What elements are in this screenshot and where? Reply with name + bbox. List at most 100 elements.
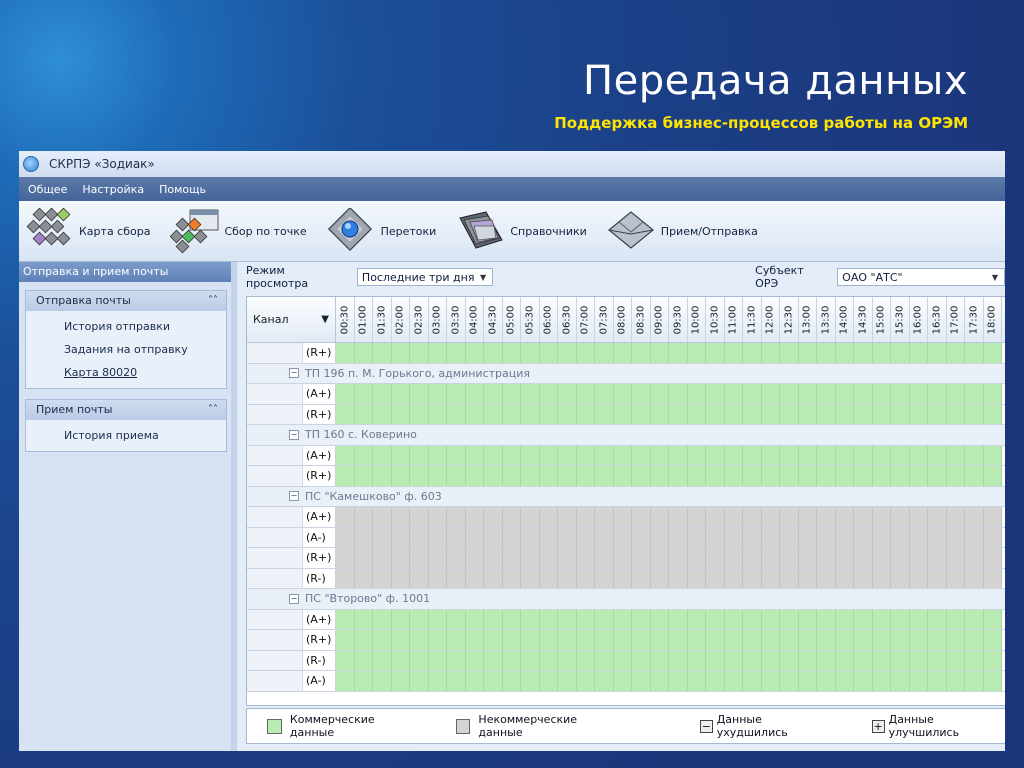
data-cell[interactable] [872, 384, 891, 404]
data-cell[interactable] [891, 466, 910, 486]
data-cell[interactable] [502, 404, 521, 424]
data-cell[interactable] [613, 650, 632, 670]
data-cell[interactable] [539, 384, 558, 404]
data-cell[interactable] [410, 650, 429, 670]
data-cell[interactable] [521, 384, 540, 404]
data-cell[interactable] [539, 650, 558, 670]
data-cell[interactable] [484, 507, 503, 527]
data-cell[interactable] [502, 507, 521, 527]
time-column-header[interactable]: 07:00 [577, 297, 595, 342]
data-cell[interactable] [521, 609, 540, 629]
data-cell[interactable] [687, 548, 706, 568]
data-cell[interactable] [909, 445, 928, 465]
data-cell[interactable] [336, 404, 355, 424]
data-cell[interactable] [669, 568, 688, 588]
data-cell[interactable] [595, 404, 614, 424]
data-cell[interactable] [761, 568, 780, 588]
data-cell[interactable] [558, 384, 577, 404]
data-cell[interactable] [632, 650, 651, 670]
data-cell[interactable] [465, 507, 484, 527]
time-column-header[interactable]: 02:30 [410, 297, 429, 342]
data-cell[interactable] [780, 527, 799, 547]
group-row[interactable]: − ТП 160 с. Коверино [247, 425, 1005, 446]
data-cell[interactable] [595, 527, 614, 547]
data-cell[interactable] [946, 527, 965, 547]
data-cell[interactable] [410, 343, 429, 363]
data-cell[interactable] [669, 630, 688, 650]
data-cell[interactable] [798, 650, 817, 670]
data-cell[interactable] [428, 630, 447, 650]
data-cell[interactable] [706, 630, 725, 650]
data-cell[interactable] [724, 671, 743, 691]
data-cell[interactable] [909, 650, 928, 670]
sidebar-item-map-80020[interactable]: Карта 80020 [26, 361, 226, 384]
data-cell[interactable] [743, 609, 762, 629]
time-column-header[interactable]: 10:30 [706, 297, 725, 342]
time-column-header[interactable]: 14:00 [836, 297, 854, 342]
time-column-header[interactable]: 18:00 [984, 297, 1002, 342]
data-cell[interactable] [447, 507, 466, 527]
data-cell[interactable] [983, 609, 1002, 629]
data-cell[interactable] [521, 445, 540, 465]
time-column-header[interactable]: 17:00 [947, 297, 965, 342]
data-cell[interactable] [835, 343, 854, 363]
data-cell[interactable] [336, 445, 355, 465]
data-cell[interactable] [595, 343, 614, 363]
data-cell[interactable] [595, 445, 614, 465]
time-column-header[interactable]: 09:30 [669, 297, 688, 342]
data-cell[interactable] [502, 445, 521, 465]
data-cell[interactable] [595, 548, 614, 568]
data-cell[interactable] [835, 671, 854, 691]
data-cell[interactable] [391, 630, 410, 650]
data-cell[interactable] [354, 466, 373, 486]
time-column-header[interactable]: 11:00 [725, 297, 743, 342]
data-cell[interactable] [613, 466, 632, 486]
data-cell[interactable] [965, 548, 984, 568]
data-cell[interactable] [521, 650, 540, 670]
data-cell[interactable] [521, 568, 540, 588]
data-cell[interactable] [484, 548, 503, 568]
time-column-header[interactable]: 06:30 [558, 297, 577, 342]
data-cell[interactable] [946, 343, 965, 363]
data-cell[interactable] [687, 650, 706, 670]
time-column-header[interactable]: 13:00 [799, 297, 817, 342]
data-cell[interactable] [354, 384, 373, 404]
data-cell[interactable] [872, 650, 891, 670]
data-cell[interactable] [484, 650, 503, 670]
data-cell[interactable] [336, 609, 355, 629]
data-cell[interactable] [909, 527, 928, 547]
data-cell[interactable] [336, 343, 355, 363]
time-column-header[interactable]: 00:30 [336, 297, 355, 342]
sidebar-item-send-history[interactable]: История отправки [26, 315, 226, 338]
data-cell[interactable] [724, 466, 743, 486]
data-cell[interactable] [465, 548, 484, 568]
data-cell[interactable] [539, 609, 558, 629]
data-cell[interactable] [946, 445, 965, 465]
data-cell[interactable] [410, 445, 429, 465]
data-cell[interactable] [521, 404, 540, 424]
data-cell[interactable] [835, 507, 854, 527]
data-cell[interactable] [447, 671, 466, 691]
data-cell[interactable] [410, 384, 429, 404]
data-cell[interactable] [928, 650, 947, 670]
data-cell[interactable] [798, 384, 817, 404]
sidebar-item-receive-history[interactable]: История приема [26, 424, 226, 447]
data-cell[interactable] [410, 609, 429, 629]
data-cell[interactable] [410, 671, 429, 691]
data-cell[interactable] [761, 404, 780, 424]
data-cell[interactable] [613, 609, 632, 629]
data-cell[interactable] [983, 630, 1002, 650]
data-cell[interactable] [521, 466, 540, 486]
data-cell[interactable] [502, 630, 521, 650]
data-cell[interactable] [687, 404, 706, 424]
time-column-header[interactable]: 10:00 [688, 297, 706, 342]
data-cell[interactable] [780, 671, 799, 691]
data-cell[interactable] [798, 404, 817, 424]
data-cell[interactable] [428, 445, 447, 465]
data-cell[interactable] [872, 507, 891, 527]
data-cell[interactable] [983, 548, 1002, 568]
subject-select[interactable]: ОАО "АТС" ▼ [837, 268, 1005, 286]
data-cell[interactable] [983, 445, 1002, 465]
data-cell[interactable] [428, 609, 447, 629]
data-cell[interactable] [928, 671, 947, 691]
